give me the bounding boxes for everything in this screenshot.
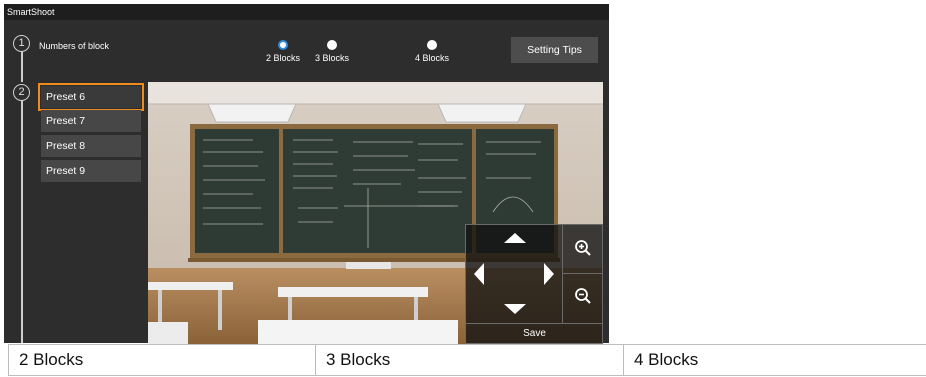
table-cell-3-blocks: 3 Blocks bbox=[315, 345, 623, 375]
zoom-out-icon[interactable] bbox=[574, 287, 592, 305]
radio-4-blocks[interactable]: 4 Blocks bbox=[402, 40, 462, 63]
radio-label: 4 Blocks bbox=[414, 53, 449, 63]
blocks-table: 2 Blocks 3 Blocks 4 Blocks bbox=[8, 344, 926, 376]
app-title: SmartShoot bbox=[4, 4, 609, 20]
zoom-in-icon[interactable] bbox=[574, 239, 592, 257]
smartshoot-window: SmartShoot 1 2 Numbers of block 2 Blocks… bbox=[4, 4, 609, 344]
radio-icon bbox=[327, 40, 337, 50]
preset-9-button[interactable]: Preset 9 bbox=[41, 160, 141, 182]
preset-7-button[interactable]: Preset 7 bbox=[41, 110, 141, 132]
arrow-right-icon[interactable] bbox=[544, 263, 554, 285]
step-2-badge: 2 bbox=[13, 84, 30, 101]
radio-icon bbox=[427, 40, 437, 50]
preset-6-button[interactable]: Preset 6 bbox=[38, 83, 144, 111]
numbers-of-block-label: Numbers of block bbox=[39, 41, 110, 51]
preset-8-button[interactable]: Preset 8 bbox=[41, 135, 141, 157]
arrow-left-icon[interactable] bbox=[474, 263, 484, 285]
table-cell-2-blocks: 2 Blocks bbox=[8, 345, 315, 375]
step-line bbox=[21, 100, 23, 343]
ptz-control-panel: Save bbox=[465, 224, 603, 344]
step-line bbox=[21, 50, 23, 82]
arrow-up-icon[interactable] bbox=[504, 233, 526, 243]
save-button[interactable]: Save bbox=[466, 324, 603, 344]
radio-selected-icon bbox=[278, 40, 288, 50]
radio-label: 3 Blocks bbox=[314, 53, 349, 63]
setting-tips-button[interactable]: Setting Tips bbox=[511, 37, 598, 63]
divider bbox=[562, 225, 563, 323]
arrow-down-icon[interactable] bbox=[504, 304, 526, 314]
divider bbox=[562, 273, 603, 274]
table-cell-4-blocks: 4 Blocks bbox=[623, 345, 926, 375]
radio-3-blocks[interactable]: 3 Blocks bbox=[302, 40, 362, 63]
step-1-badge: 1 bbox=[13, 35, 30, 52]
